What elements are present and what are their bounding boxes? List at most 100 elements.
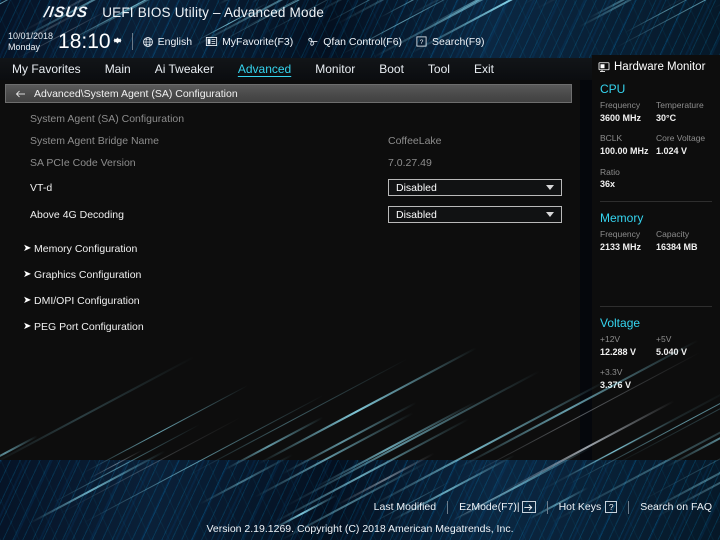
cpu-core-voltage-value: 1.024 V [656,146,688,156]
cpu-frequency-key: Frequency [600,100,641,110]
date-block: 10/01/2018 Monday [8,31,53,51]
above4g-dropdown[interactable]: Disabled [388,206,562,223]
hot-keys-button[interactable]: Hot Keys ? [559,501,618,513]
submenu-label: Graphics Configuration [34,269,142,281]
voltage-12v-cell: +12V 12.288 V [600,333,656,359]
setting-row-vtd: VT-d Disabled [0,174,580,201]
section-title: System Agent (SA) Configuration [30,113,185,125]
cpu-frequency-cell: Frequency 3600 MHz [600,99,656,125]
submenu-peg-port-configuration[interactable]: ➤ PEG Port Configuration [0,314,580,340]
enter-arrow-icon [521,501,536,513]
bios-screen: /ISUS UEFI BIOS Utility – Advanced Mode … [0,0,720,540]
bridge-name-label: System Agent Bridge Name [30,135,159,147]
chevron-right-icon: ➤ [23,295,32,306]
submenu-label: Memory Configuration [34,243,138,255]
pcie-version-label: SA PCIe Code Version [30,157,136,169]
cpu-core-voltage-key: Core Voltage [656,133,706,144]
title-row: /ISUS UEFI BIOS Utility – Advanced Mode [0,0,720,25]
app-title: UEFI BIOS Utility – Advanced Mode [102,5,325,20]
last-modified-button[interactable]: Last Modified [374,501,436,513]
day-text: Monday [8,41,41,52]
fan-icon [306,35,319,48]
cpu-temperature-cell: Temperature 30°C [656,99,712,125]
tab-exit[interactable]: Exit [462,58,506,80]
memory-row-1: Frequency 2133 MHz Capacity 16384 MB [600,228,720,254]
cpu-row-3: Ratio 36x [600,166,720,192]
tab-advanced[interactable]: Advanced [226,58,303,80]
main-panel: Advanced\System Agent (SA) Configuration… [0,80,580,519]
time-text: 18:10 [58,30,111,53]
ez-mode-button[interactable]: EzMode(F7)| [459,501,536,513]
cpu-core-voltage-cell: Core Voltage 1.024 V [656,132,712,158]
ez-mode-label: EzMode(F7)| [459,501,520,513]
memory-frequency-value: 2133 MHz [600,241,642,252]
above4g-label: Above 4G Decoding [30,208,124,221]
setting-row-above4g: Above 4G Decoding Disabled [0,201,580,228]
asus-logo: /ISUS [42,4,90,21]
cpu-ratio-cell: Ratio 36x [600,166,656,192]
breadcrumb[interactable]: Advanced\System Agent (SA) Configuration [5,84,572,103]
header-info-row: 10/01/2018 Monday 18:10 English MyFavori… [0,25,720,58]
chevron-down-icon [546,185,554,190]
voltage-row-2: +3.3V 3.376 V [600,366,720,392]
tab-tool[interactable]: Tool [416,58,462,80]
version-text: Version 2.19.1269. Copyright (C) 2018 Am… [206,523,514,535]
back-arrow-icon[interactable] [15,88,27,100]
info-row-pcie-version: SA PCIe Code Version 7.0.27.49 [0,152,580,174]
footer-bar: Last Modified EzMode(F7)| Hot Keys ? Sea… [0,496,720,518]
tab-ai-tweaker[interactable]: Ai Tweaker [143,58,226,80]
last-modified-label: Last Modified [373,501,437,513]
above4g-value: Disabled [396,208,437,221]
tab-main[interactable]: Main [93,58,143,80]
submenu-label: PEG Port Configuration [34,321,144,333]
qfan-control-label: Qfan Control(F6) [323,35,403,48]
voltage-5v-key: +5V [656,334,672,344]
search-button[interactable]: ? Search(F9) [415,35,485,48]
monitor-icon [598,61,610,73]
tab-monitor[interactable]: Monitor [303,58,367,80]
memory-frequency-key: Frequency [600,228,641,239]
memory-capacity-key: Capacity [656,228,690,239]
sidebar-divider [600,306,712,307]
vtd-dropdown[interactable]: Disabled [388,179,562,196]
section-voltage-title: Voltage [600,316,641,330]
hardware-monitor-title-row: Hardware Monitor [592,55,720,73]
submenu-memory-configuration[interactable]: ➤ Memory Configuration [0,236,580,262]
info-row-bridge-name: System Agent Bridge Name CoffeeLake [0,130,580,152]
header: /ISUS UEFI BIOS Utility – Advanced Mode … [0,0,720,58]
sidebar-divider [600,200,712,202]
pcie-version-value: 7.0.27.49 [388,157,432,169]
cpu-bclk-cell: BCLK 100.00 MHz [600,132,656,158]
tab-my-favorites[interactable]: My Favorites [0,58,93,80]
favorite-list-icon [205,35,218,48]
cpu-temperature-value: 30°C [656,112,677,123]
datetime: 10/01/2018 Monday 18:10 [8,31,123,52]
cpu-row-2: BCLK 100.00 MHz Core Voltage 1.024 V [600,132,720,158]
question-box-icon: ? [415,35,428,48]
section-title-row: System Agent (SA) Configuration [0,108,580,130]
voltage-12v-value: 12.288 V [600,346,637,357]
hardware-monitor-title: Hardware Monitor [614,61,706,73]
qfan-control-button[interactable]: Qfan Control(F6) [306,35,402,48]
question-key-icon: ? [605,501,618,513]
voltage-row-1: +12V 12.288 V +5V 5.040 V [600,333,720,359]
gear-icon[interactable] [112,33,123,44]
voltage-12v-key: +12V [600,334,621,344]
tab-boot[interactable]: Boot [367,58,416,80]
submenu-dmi-opi-configuration[interactable]: ➤ DMI/OPI Configuration [0,288,580,314]
chevron-right-icon: ➤ [23,243,32,254]
language-label: English [157,35,193,48]
footer-divider [628,500,630,514]
submenu-graphics-configuration[interactable]: ➤ Graphics Configuration [0,262,580,288]
footer-divider [546,500,548,514]
search-on-faq-button[interactable]: Search on FAQ [640,501,712,513]
bridge-name-value: CoffeeLake [388,135,442,147]
myfavorite-button[interactable]: MyFavorite(F3) [205,35,293,48]
footer-divider [447,500,449,514]
myfavorite-label: MyFavorite(F3) [222,35,294,48]
hot-keys-label: Hot Keys [558,501,602,513]
chevron-down-icon [546,212,554,217]
language-button[interactable]: English [142,36,192,48]
version-bar: Version 2.19.1269. Copyright (C) 2018 Am… [0,518,720,540]
